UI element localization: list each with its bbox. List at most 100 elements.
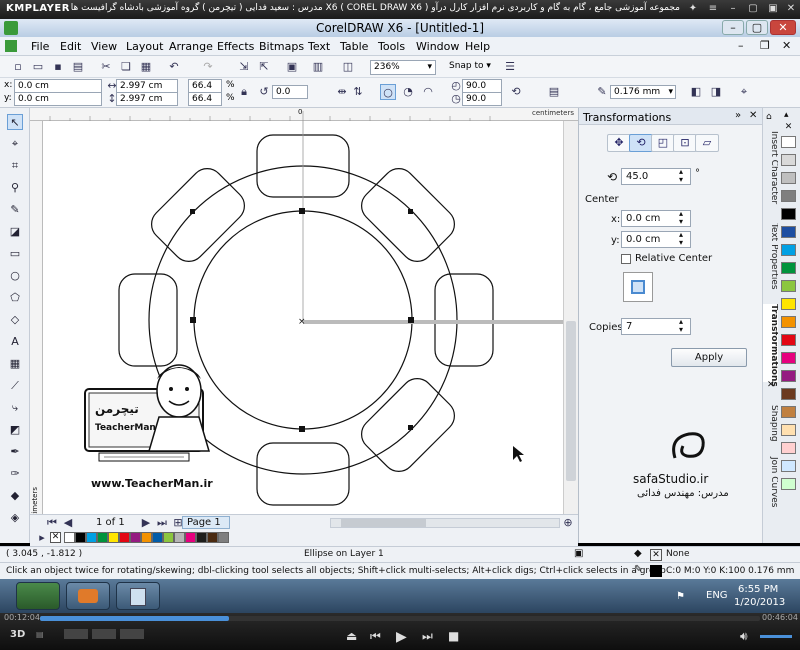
minimize-icon[interactable]: –: [726, 2, 740, 16]
redo-icon[interactable]: ↷: [200, 59, 216, 75]
palette-swatch[interactable]: [130, 532, 141, 543]
palette-swatch[interactable]: [64, 532, 75, 543]
palette-swatch[interactable]: [152, 532, 163, 543]
palette-swatch[interactable]: [185, 532, 196, 543]
height-field[interactable]: 2.997 cm: [116, 92, 178, 106]
palette-swatch[interactable]: [218, 532, 229, 543]
width-field[interactable]: 2.997 cm: [116, 79, 178, 93]
y-position-field[interactable]: 0.0 cm: [14, 92, 102, 106]
menu-window[interactable]: Window: [416, 40, 459, 53]
outline-tool-icon[interactable]: ✑: [7, 466, 23, 482]
table-tool-icon[interactable]: ▦: [7, 356, 23, 372]
to-back-icon[interactable]: ◨: [708, 84, 724, 100]
skew-transform-button[interactable]: ▱: [695, 134, 719, 152]
menu-icon[interactable]: ≡: [706, 2, 720, 16]
mirror-horizontal-icon[interactable]: ⇹: [334, 84, 350, 100]
change-direction-icon[interactable]: ⟲: [508, 84, 524, 100]
scale-height-field[interactable]: 66.4: [188, 92, 222, 106]
menu-layout[interactable]: Layout: [126, 40, 163, 53]
options-icon[interactable]: ☰: [502, 59, 518, 75]
dimension-tool-icon[interactable]: ⟋: [7, 378, 23, 394]
menu-view[interactable]: View: [91, 40, 117, 53]
palette-swatch[interactable]: [141, 532, 152, 543]
palette-menu-icon[interactable]: ▸: [34, 530, 50, 546]
color-swatch[interactable]: [781, 244, 796, 256]
window-minimize-button[interactable]: –: [722, 20, 744, 35]
angle-spinner[interactable]: ▴ ▾: [679, 168, 683, 184]
volume-slider[interactable]: [760, 635, 792, 638]
rotation-field[interactable]: 0.0: [272, 85, 308, 99]
fast-forward-icon[interactable]: ⏭: [422, 629, 433, 644]
color-proof-icon[interactable]: ▣: [574, 548, 583, 559]
ellipse-mode-icon[interactable]: ○: [380, 84, 396, 100]
docker-expand-icon[interactable]: »: [735, 110, 741, 121]
rewind-icon[interactable]: ⏮: [370, 629, 381, 644]
open-icon[interactable]: ▭: [30, 59, 46, 75]
eyedropper-tool-icon[interactable]: ✒: [7, 444, 23, 460]
color-swatch[interactable]: [781, 172, 796, 184]
center-x-spinner[interactable]: ▴ ▾: [679, 210, 683, 226]
docker-tab-pin-icon[interactable]: ⌂: [766, 112, 772, 122]
palette-scroll-up-icon[interactable]: ▴: [784, 110, 789, 120]
next-page-icon[interactable]: ▶: [138, 515, 154, 531]
convert-to-curves-icon[interactable]: ⌖: [736, 84, 752, 100]
menu-effects[interactable]: Effects: [217, 40, 254, 53]
vertical-ruler[interactable]: centimeters: [30, 121, 43, 529]
color-swatch[interactable]: [781, 460, 796, 472]
taskbar-calculator-icon[interactable]: [116, 582, 160, 610]
taskbar-flag-icon[interactable]: ⚑: [676, 591, 685, 602]
seek-bar[interactable]: [40, 616, 760, 621]
save-icon[interactable]: ▪: [50, 59, 66, 75]
arc-mode-icon[interactable]: ◠: [420, 84, 436, 100]
horizontal-ruler[interactable]: 0 centimeters: [30, 108, 578, 121]
stop-icon[interactable]: ■: [448, 629, 459, 643]
color-swatch[interactable]: [781, 280, 796, 292]
color-swatch[interactable]: [781, 316, 796, 328]
anchor-point-selector[interactable]: [623, 272, 653, 302]
scale-mirror-transform-button[interactable]: ◰: [651, 134, 675, 152]
smart-fill-icon[interactable]: ◪: [7, 224, 23, 240]
polygon-tool-icon[interactable]: ⬠: [7, 290, 23, 306]
copy-icon[interactable]: ❏: [118, 59, 134, 75]
player-mode-button-2[interactable]: [92, 629, 116, 639]
menu-table[interactable]: Table: [340, 40, 368, 53]
tab-join-curves[interactable]: Join Curves: [763, 454, 779, 510]
publish-pdf-icon[interactable]: ▣: [284, 59, 300, 75]
palette-swatch[interactable]: [86, 532, 97, 543]
volume-icon[interactable]: 🔊︎: [740, 629, 748, 644]
snap-to-dropdown[interactable]: Snap to ▾: [446, 60, 498, 75]
new-icon[interactable]: ▫: [10, 59, 26, 75]
tab-transformations[interactable]: Transformations: [763, 304, 779, 387]
window-restore-button[interactable]: ▢: [746, 20, 768, 35]
color-swatch[interactable]: [781, 478, 796, 490]
tab-text-properties[interactable]: Text Properties: [763, 218, 779, 294]
doc-restore-icon[interactable]: ❐: [760, 39, 770, 52]
play-icon[interactable]: ▶: [396, 629, 407, 645]
color-swatch[interactable]: [781, 388, 796, 400]
size-transform-button[interactable]: ⊡: [673, 134, 697, 152]
crop-tool-icon[interactable]: ⌗: [7, 158, 23, 174]
menu-bitmaps[interactable]: Bitmaps: [259, 40, 304, 53]
taskbar-language[interactable]: ENG: [706, 590, 728, 601]
doc-minimize-icon[interactable]: –: [738, 39, 744, 52]
print-icon[interactable]: ▤: [70, 59, 86, 75]
horizontal-scrollbar[interactable]: [330, 518, 560, 528]
color-swatch[interactable]: [781, 298, 796, 310]
fill-tool-icon[interactable]: ◆: [7, 488, 23, 504]
navigator-icon[interactable]: ⊕: [560, 515, 576, 531]
color-swatch[interactable]: [781, 208, 796, 220]
position-transform-button[interactable]: ✥: [607, 134, 631, 152]
page-tab[interactable]: Page 1: [182, 516, 230, 529]
basic-shapes-icon[interactable]: ◇: [7, 312, 23, 328]
menu-help[interactable]: Help: [465, 40, 490, 53]
palette-swatch[interactable]: [163, 532, 174, 543]
window-close-button[interactable]: ✕: [770, 20, 796, 35]
start-angle-field[interactable]: 90.0: [462, 79, 502, 93]
color-swatch[interactable]: [781, 190, 796, 202]
player-mode-button-3[interactable]: [120, 629, 144, 639]
palette-swatch[interactable]: [97, 532, 108, 543]
color-swatch[interactable]: [781, 442, 796, 454]
pie-mode-icon[interactable]: ◔: [400, 84, 416, 100]
color-swatch[interactable]: [781, 262, 796, 274]
horizontal-scroll-thumb[interactable]: [341, 519, 426, 527]
